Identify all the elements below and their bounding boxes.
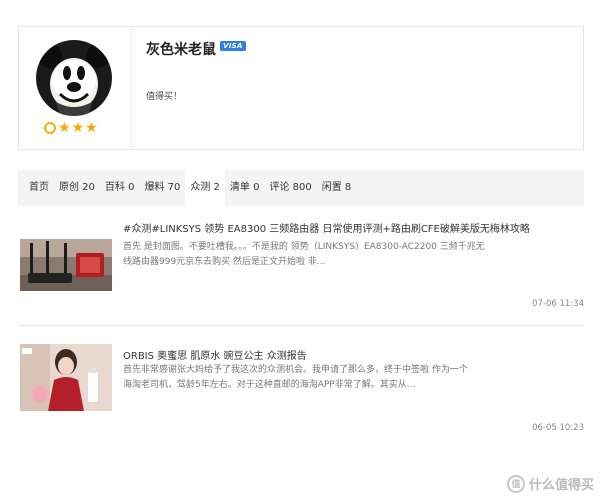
cosmetics-thumbnail-icon (20, 344, 112, 411)
tab-lists[interactable]: 清单 0 (225, 170, 265, 206)
article-title[interactable]: #众测#LINKSYS 领势 EA8300 三频路由器 日常使用评测+路由刷CF… (123, 220, 530, 235)
star-icon: ★ (85, 120, 98, 136)
user-bio: 值得买！ (146, 92, 183, 102)
smzdm-logo-icon: 值 (506, 474, 525, 493)
tab-secondhand[interactable]: 闲置 8 (317, 170, 357, 206)
mickey-mouse-avatar-icon (36, 40, 112, 116)
watermark: 值 什么值得买 (506, 474, 594, 493)
article-date: 07-06 11:34 (532, 299, 584, 309)
profile-tab-bar: 首页 原创 20 百科 0 爆料 70 众测 2 清单 0 评论 800 闲置 … (18, 170, 584, 206)
article-excerpt: 首先 是封面图。不要吐槽我。。。不是我的 领势（LINKSYS）EA8300-A… (123, 242, 485, 267)
level-stars: ★ ★ ★ (44, 121, 98, 135)
list-item: ORBIS 奥蜜思 肌原水 豌豆公主 众测报告 首先非常感谢张大妈给予了我这次的… (18, 332, 584, 436)
username: 灰色米老鼠 (146, 42, 216, 58)
article-excerpt: 首先非常感谢张大妈给予了我这次的众测机会。我申请了那么多，终于中签啦 作为一个海… (123, 365, 468, 390)
avatar[interactable] (36, 40, 112, 116)
watermark-text: 什么值得买 (528, 478, 594, 493)
star-icon: ★ (71, 120, 85, 136)
medal-icon (44, 122, 56, 134)
router-thumbnail-icon (20, 239, 112, 291)
article-date: 06-05 10:23 (532, 423, 584, 433)
router-thumbnail[interactable] (20, 239, 112, 291)
tab-wiki[interactable]: 百科 0 (100, 170, 140, 206)
tab-original[interactable]: 原创 20 (54, 170, 100, 206)
article-title[interactable]: ORBIS 奥蜜思 肌原水 豌豆公主 众测报告 (123, 347, 307, 362)
tab-reviews[interactable]: 众测 2 (185, 170, 225, 206)
profile-card: ★ ★ ★ 灰色米老鼠 VISA 值得买！ (18, 26, 584, 150)
tab-home[interactable]: 首页 (18, 170, 54, 206)
tab-deals[interactable]: 爆料 70 (139, 170, 185, 206)
verified-badge: VISA (220, 41, 246, 51)
star-icon: ★ (58, 120, 71, 136)
avatar-column: ★ ★ ★ (19, 27, 132, 149)
cosmetics-thumbnail[interactable] (20, 344, 112, 411)
tab-comments[interactable]: 评论 800 (264, 170, 316, 206)
divider (18, 325, 584, 326)
list-item: #众测#LINKSYS 领势 EA8300 三频路由器 日常使用评测+路由刷CF… (18, 212, 584, 314)
